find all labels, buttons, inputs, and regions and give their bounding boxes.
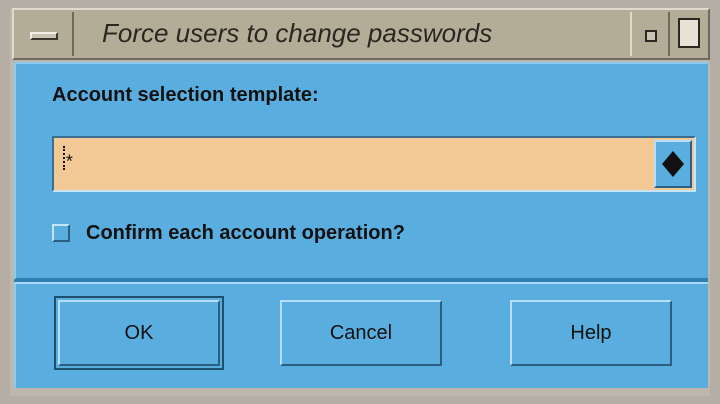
maximize-button[interactable] xyxy=(672,12,708,56)
minimize-icon xyxy=(645,30,657,42)
title-bar[interactable]: Force users to change passwords xyxy=(12,8,710,60)
cancel-button[interactable]: Cancel xyxy=(280,300,442,366)
minimize-button[interactable] xyxy=(630,12,670,56)
text-cursor xyxy=(63,146,67,170)
window-menu-button[interactable] xyxy=(16,12,74,56)
window-menu-icon xyxy=(30,32,58,40)
template-label: Account selection template: xyxy=(52,84,319,106)
combo-arrow-button[interactable] xyxy=(654,140,692,188)
confirm-label: Confirm each account operation? xyxy=(86,221,405,244)
template-combobox[interactable] xyxy=(52,136,696,192)
button-area: OK Cancel Help xyxy=(14,284,708,388)
updown-arrow-icon xyxy=(662,151,684,177)
dialog-body: Account selection template: Confirm each… xyxy=(14,62,708,280)
window-title: Force users to change passwords xyxy=(102,18,493,48)
maximize-icon xyxy=(678,18,700,48)
ok-button[interactable]: OK xyxy=(54,296,224,370)
confirm-row[interactable]: Confirm each account operation? xyxy=(52,218,405,248)
help-button[interactable]: Help xyxy=(510,300,672,366)
template-input[interactable] xyxy=(56,140,652,188)
confirm-checkbox[interactable] xyxy=(52,224,70,242)
